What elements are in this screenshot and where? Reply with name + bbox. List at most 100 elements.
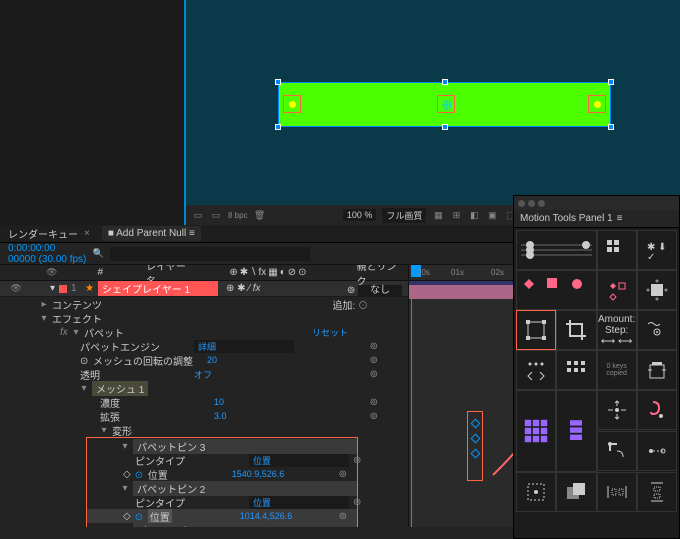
purple-bars-icon[interactable]: [556, 390, 596, 472]
twirl-icon[interactable]: ▾: [50, 283, 55, 294]
prop-mesh1[interactable]: メッシュ 1: [92, 381, 148, 396]
purple-grid-icon[interactable]: [516, 390, 556, 472]
tab-composition[interactable]: Add Parent Null: [116, 228, 186, 239]
quality-dropdown[interactable]: フル画質: [382, 208, 426, 223]
stopwatch-icon[interactable]: ⊙: [135, 470, 144, 479]
highlight-puppet-pins: ▾パペットピン 3 ピンタイプ位置⊚ ◇⊙位置1540.9,526.6⊚ ▾パペ…: [86, 437, 358, 527]
bpc-label: 8 bpc: [228, 211, 248, 220]
paste-tool-icon[interactable]: [637, 350, 677, 390]
null-tool-icon[interactable]: [516, 310, 556, 350]
dots-nav-icon[interactable]: [516, 350, 556, 390]
keys-copied-cell[interactable]: 0 keys copied: [597, 350, 637, 390]
channel-icon[interactable]: ◧: [468, 209, 480, 221]
prop-effects[interactable]: エフェクト: [52, 311, 102, 326]
twirl-icon[interactable]: ▾: [121, 441, 129, 452]
dotted-line-icon[interactable]: [637, 431, 677, 471]
align-square-icon[interactable]: [637, 270, 677, 310]
prop-pin2[interactable]: パペットピン 2: [133, 481, 357, 496]
mask-toggle-icon[interactable]: ▣: [486, 209, 498, 221]
zoom-dropdown[interactable]: 100 %: [343, 209, 377, 221]
pin2-position-value[interactable]: 1014.4,526.6: [240, 511, 293, 521]
outward-arrows-icon[interactable]: [597, 390, 637, 430]
mask-icon[interactable]: ▭: [210, 209, 222, 221]
resize-handle[interactable]: [275, 79, 281, 85]
density-value[interactable]: 10: [214, 397, 224, 407]
eye-icon[interactable]: 👁: [10, 283, 22, 295]
pin-type-dropdown[interactable]: 位置: [249, 454, 349, 467]
swirl-tool-icon[interactable]: [637, 390, 677, 430]
overlap-squares-icon[interactable]: [556, 472, 596, 512]
tab-render-queue[interactable]: レンダーキュー: [8, 226, 78, 241]
select-marquee-icon[interactable]: [516, 472, 556, 512]
keyframe-icon[interactable]: [470, 419, 480, 429]
prop-puppet[interactable]: パペット: [84, 325, 124, 340]
settings-gear-icon[interactable]: ✱ ⬇✓: [637, 230, 677, 270]
timeline-search-input[interactable]: [110, 247, 310, 261]
svg-text:✓: ✓: [647, 252, 655, 262]
eye-column-icon[interactable]: 👁: [46, 267, 57, 279]
resize-handle[interactable]: [608, 124, 614, 130]
ease-slider-cell[interactable]: [516, 230, 597, 270]
pin3-position-value[interactable]: 1540.9,526.6: [232, 469, 285, 479]
cycle-tool-icon[interactable]: [597, 431, 637, 471]
stopwatch-icon[interactable]: ⊙: [80, 356, 89, 365]
tab-close-icon[interactable]: ×: [84, 228, 90, 239]
amount-step-cell[interactable]: Amount: Step:⟷ ⟷: [597, 310, 637, 350]
motion-tools-panel: Motion Tools Panel 1 ≡ ✱ ⬇✓ Amount: Step…: [513, 195, 680, 539]
ruler-tick: 01s: [451, 268, 464, 277]
twirl-icon[interactable]: ▾: [80, 383, 88, 394]
panel-titlebar[interactable]: [514, 196, 679, 210]
engine-dropdown[interactable]: 詳細: [194, 340, 294, 353]
grid-4x4-icon[interactable]: [556, 350, 596, 390]
pin-type-dropdown[interactable]: 位置: [249, 496, 349, 509]
mesh-rot-value[interactable]: 20: [207, 355, 217, 365]
timecode-fps: 00000 (30.00 fps): [8, 254, 86, 265]
expansion-value[interactable]: 3.0: [214, 411, 227, 421]
layer-row[interactable]: 👁 ▾ 1 ★ シェイプレイヤー 1 ⊕ ✱ ∕ fx ⊚ なし: [0, 281, 408, 297]
current-timecode[interactable]: 0:00:00:00: [8, 243, 86, 254]
layer-name[interactable]: シェイプレイヤー 1: [98, 281, 218, 296]
crop-tool-icon[interactable]: [556, 310, 596, 350]
puppet-pin-3-marker[interactable]: [588, 95, 606, 113]
reset-link[interactable]: リセット: [312, 326, 348, 339]
shape-anchors-cell[interactable]: [516, 270, 597, 310]
current-time-indicator[interactable]: [411, 299, 412, 527]
layer-number: 1: [71, 283, 81, 294]
composition-viewer[interactable]: ▭ ▭ 8 bpc 🗑 100 % フル画質 ▦ ⊞ ◧ ▣ ⬚ ▨ ◮ +0.…: [186, 0, 680, 225]
prop-deform[interactable]: 変形: [112, 423, 132, 438]
keyframe-icon[interactable]: [470, 449, 480, 459]
resize-handle[interactable]: [608, 79, 614, 85]
resize-handle[interactable]: [275, 124, 281, 130]
shape-layer-bounds[interactable]: [278, 82, 611, 127]
resize-handle[interactable]: [442, 124, 448, 130]
trash-icon[interactable]: 🗑: [254, 209, 266, 221]
wave-tool-icon[interactable]: [637, 310, 677, 350]
prop-contents[interactable]: コンテンツ: [52, 297, 102, 312]
parent-dropdown[interactable]: なし: [358, 285, 402, 296]
twirl-icon[interactable]: ▾: [100, 425, 108, 436]
grid-3x3-icon[interactable]: [597, 230, 637, 270]
mask-icon[interactable]: ▭: [192, 209, 204, 221]
guides-icon[interactable]: ⊞: [450, 209, 462, 221]
twirl-icon[interactable]: ▸: [40, 299, 48, 310]
distribute-h-icon[interactable]: [597, 472, 637, 512]
twirl-icon[interactable]: ▾: [72, 327, 80, 338]
alpha-value[interactable]: オフ: [194, 368, 212, 381]
highlight-keyframes: [467, 411, 483, 481]
twirl-icon[interactable]: ▾: [40, 313, 48, 324]
prop-pin3[interactable]: パペットピン 3: [133, 439, 357, 454]
distribute-v-icon[interactable]: [637, 472, 677, 512]
panel-title[interactable]: Motion Tools Panel 1: [520, 213, 613, 224]
puppet-pin-1-marker[interactable]: [283, 95, 301, 113]
prop-density: 濃度: [100, 395, 210, 410]
twirl-icon[interactable]: ▾: [121, 525, 129, 528]
grid-icon[interactable]: ▦: [432, 209, 444, 221]
twirl-icon[interactable]: ▾: [121, 483, 129, 494]
keyframe-shapes-icon[interactable]: [597, 270, 637, 310]
keyframe-icon[interactable]: [470, 434, 480, 444]
prop-engine: パペットエンジン: [80, 339, 190, 354]
stopwatch-icon[interactable]: ⊙: [135, 512, 144, 521]
resize-handle[interactable]: [442, 79, 448, 85]
prop-pin1[interactable]: パペットピン 1: [133, 523, 357, 528]
puppet-pin-2-marker[interactable]: [437, 95, 455, 113]
